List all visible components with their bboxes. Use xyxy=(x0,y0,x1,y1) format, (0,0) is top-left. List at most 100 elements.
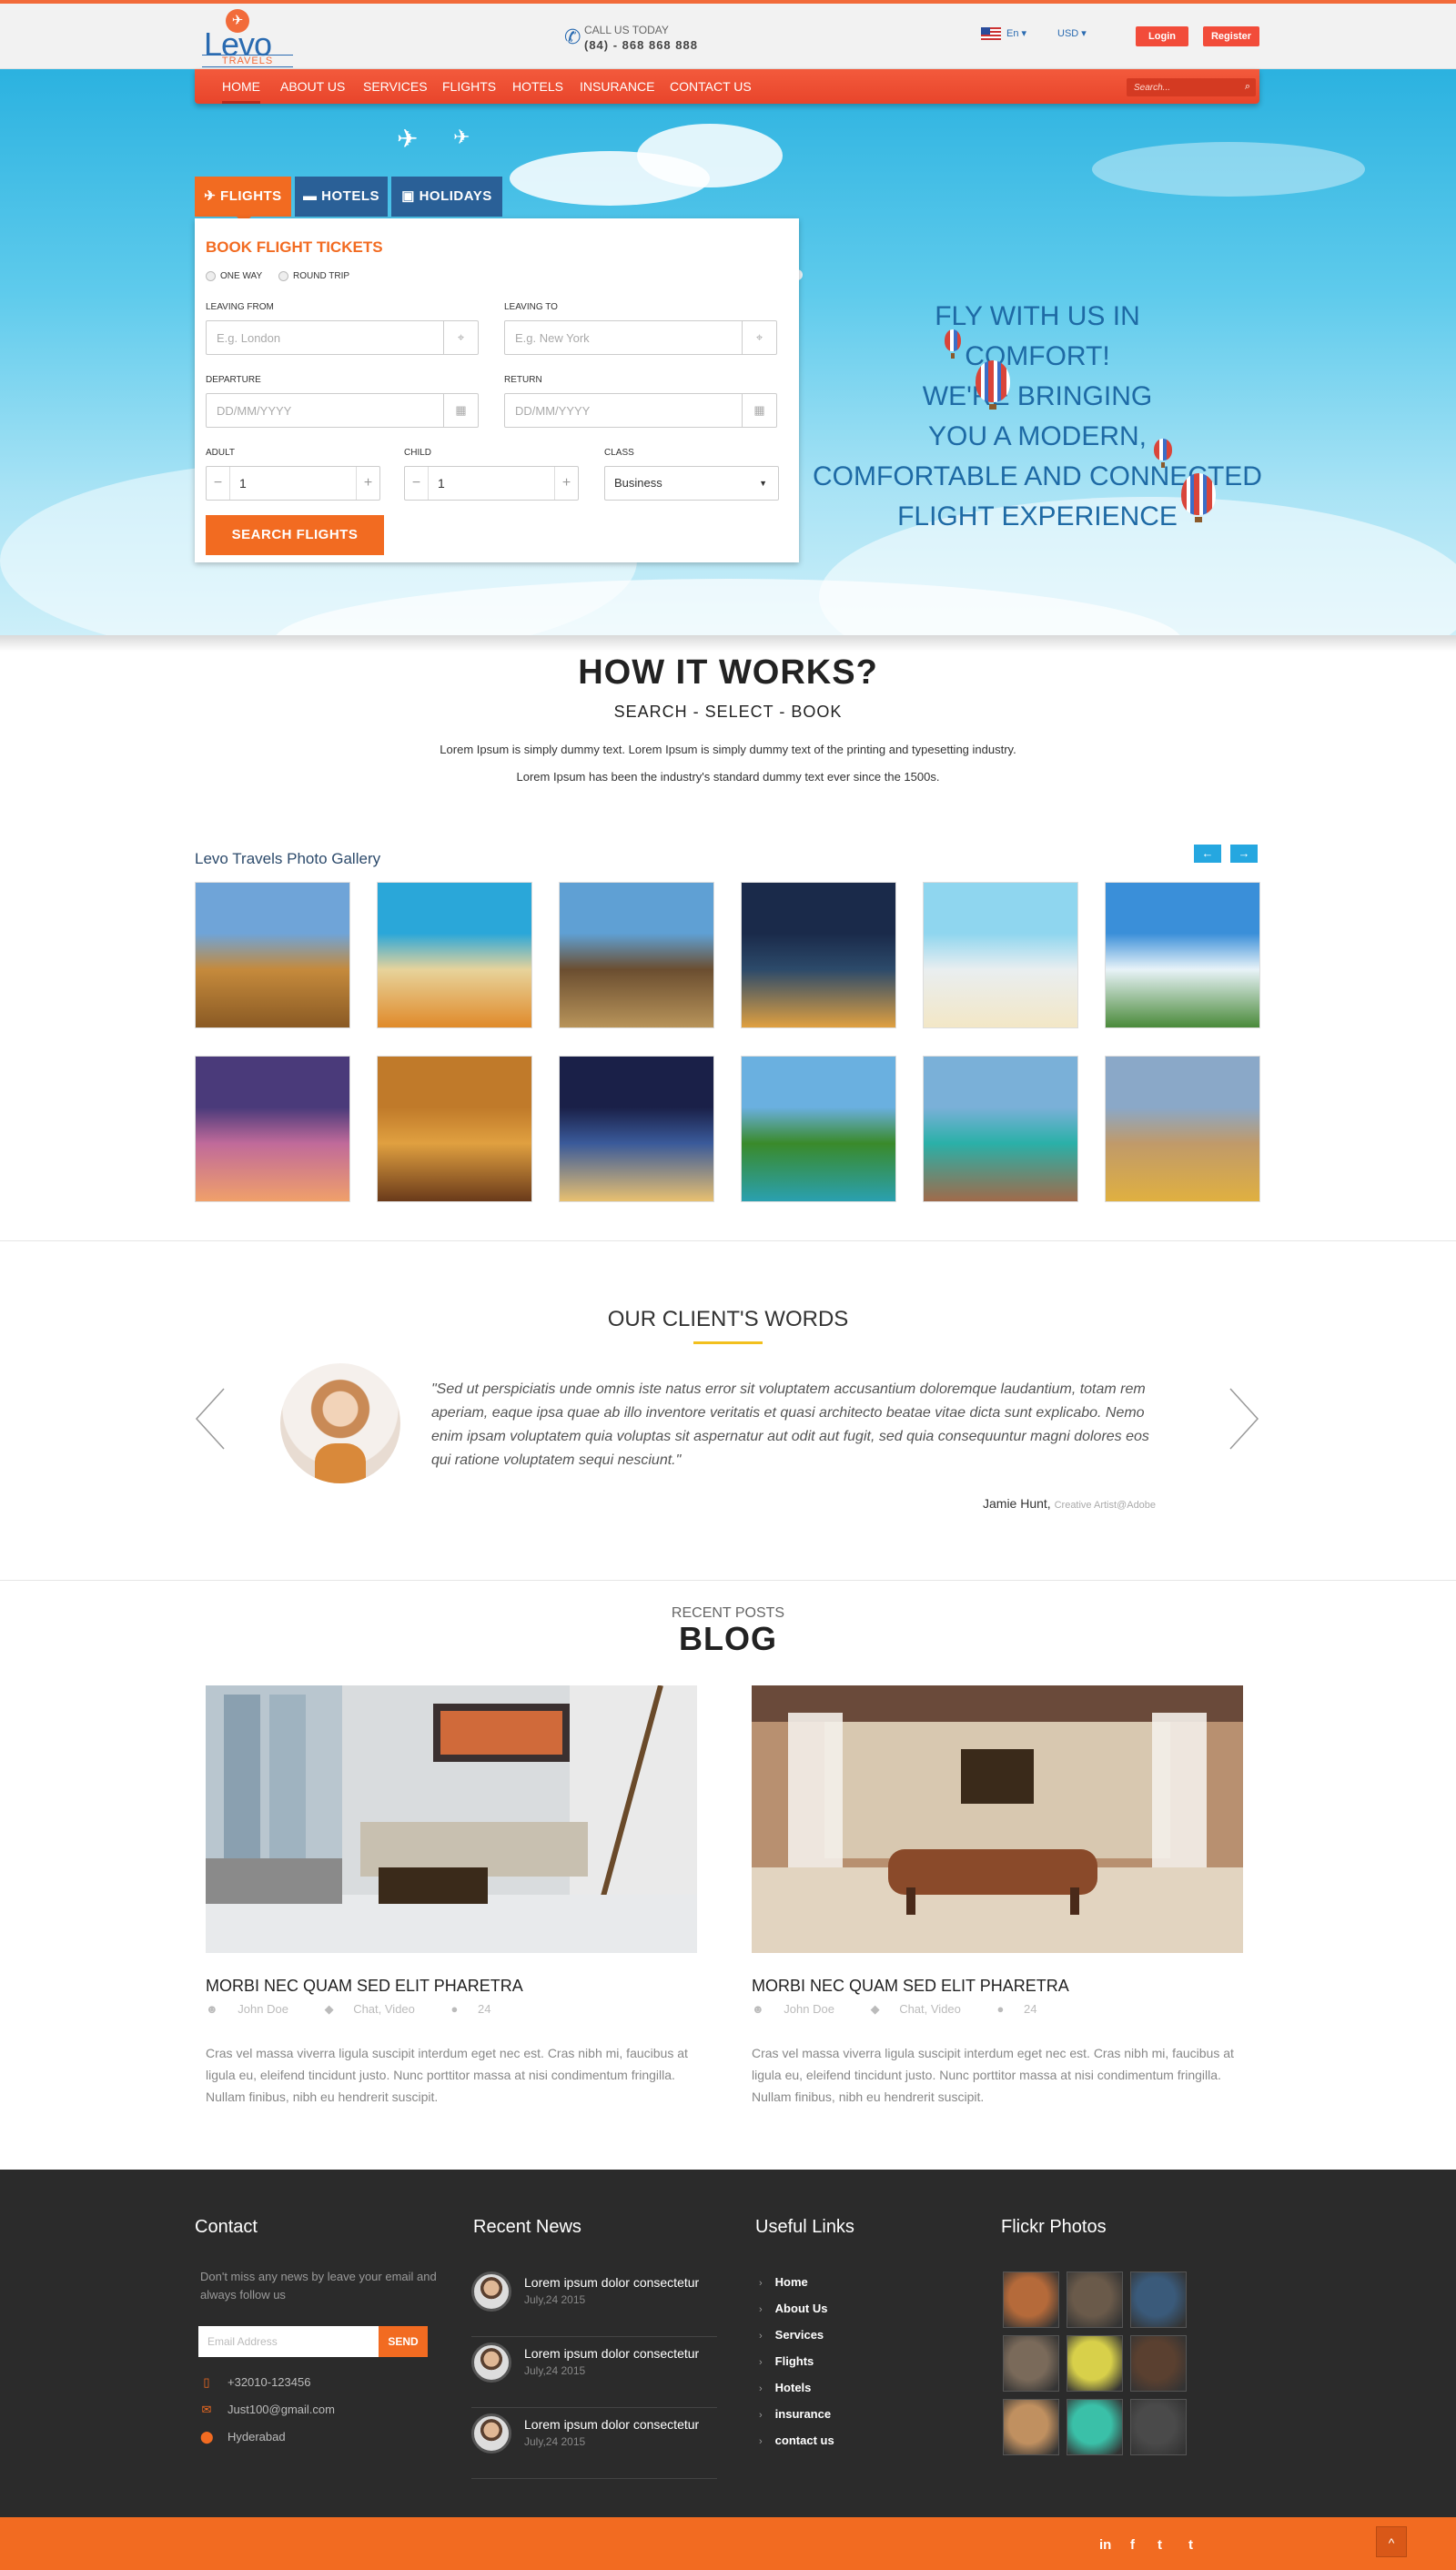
twitter-icon[interactable]: t xyxy=(1158,2537,1162,2553)
flickr-photo[interactable] xyxy=(1003,2272,1059,2328)
search-flights-button[interactable]: SEARCH FLIGHTS xyxy=(206,515,384,555)
tab-holidays[interactable]: ▣ HOLIDAYS xyxy=(391,177,502,217)
back-to-top-button[interactable]: ^ xyxy=(1376,2526,1407,2557)
starfish-beach-photo[interactable] xyxy=(377,882,532,1028)
currency-selector[interactable]: USD ▾ xyxy=(1057,27,1087,39)
flickr-photo[interactable] xyxy=(1130,2335,1187,2392)
nav-item-about-us[interactable]: ABOUT US xyxy=(280,69,345,104)
nav-item-insurance[interactable]: INSURANCE xyxy=(580,69,654,104)
linkedin-icon[interactable]: in xyxy=(1099,2537,1111,2553)
leaving-to-label: LEAVING TO xyxy=(504,302,558,312)
flickr-photo[interactable] xyxy=(1067,2399,1123,2455)
flickr-photo[interactable] xyxy=(1003,2399,1059,2455)
footer-contact-heading: Contact xyxy=(195,2217,258,2237)
language-value: En xyxy=(1006,28,1019,39)
seychelles-photo[interactable] xyxy=(923,1056,1078,1202)
footer-link-insurance[interactable]: › insurance xyxy=(759,2407,831,2421)
flickr-photo[interactable] xyxy=(1130,2399,1187,2455)
post-tags[interactable]: ◆ Chat, Video xyxy=(871,2002,977,2016)
nav-item-home[interactable]: HOME xyxy=(222,69,260,104)
post-tags[interactable]: ◆ Chat, Video xyxy=(325,2002,431,2016)
chevron-right-icon: › xyxy=(759,2304,763,2315)
venice-photo[interactable] xyxy=(195,1056,350,1202)
calendar-icon[interactable]: ▦ xyxy=(443,394,478,427)
gallery-prev-button[interactable]: ← xyxy=(1194,845,1221,863)
flickr-photo[interactable] xyxy=(1130,2272,1187,2328)
flickr-photo[interactable] xyxy=(1003,2335,1059,2392)
calendar-icon[interactable]: ▦ xyxy=(742,394,776,427)
radio-icon xyxy=(278,271,288,281)
child-value[interactable]: 1 xyxy=(438,467,445,500)
map-marker-icon[interactable]: ⌖ xyxy=(742,321,776,354)
adult-value[interactable]: 1 xyxy=(239,467,247,500)
post-title[interactable]: MORBI NEC QUAM SED ELIT PHARETRA xyxy=(752,1977,1069,1996)
leaving-to-input[interactable] xyxy=(505,321,740,354)
news-item[interactable]: Lorem ipsum dolor consectetur July,24 20… xyxy=(471,2410,717,2479)
contact-email[interactable]: ✉ Just100@gmail.com xyxy=(200,2403,335,2417)
post-tags-text: Chat, Video xyxy=(899,2002,961,2016)
search-input[interactable] xyxy=(1127,78,1236,97)
news-item[interactable]: Lorem ipsum dolor consectetur July,24 20… xyxy=(471,2339,717,2408)
register-button[interactable]: Register xyxy=(1203,26,1259,46)
bottle-beach-photo[interactable] xyxy=(923,882,1078,1028)
post-title[interactable]: MORBI NEC QUAM SED ELIT PHARETRA xyxy=(206,1977,523,1996)
map-marker-icon: ⬤ xyxy=(200,2430,214,2444)
radio-one-way[interactable]: ONE WAY xyxy=(206,271,262,281)
footer-link-flights[interactable]: › Flights xyxy=(759,2354,814,2368)
volcano-photo[interactable] xyxy=(559,882,714,1028)
contact-location-value: Hyderabad xyxy=(228,2430,286,2444)
plus-icon[interactable]: + xyxy=(554,467,578,500)
city-night-photo[interactable] xyxy=(559,1056,714,1202)
night-bridge-photo[interactable] xyxy=(741,882,896,1028)
search-icon[interactable]: ⌕ xyxy=(1245,81,1250,93)
post-comments-count: 24 xyxy=(477,2002,491,2016)
plus-icon[interactable]: + xyxy=(356,467,379,500)
class-select[interactable]: Business ▼ xyxy=(604,466,779,501)
post-author[interactable]: ☻ John Doe xyxy=(752,2002,851,2016)
news-item[interactable]: Lorem ipsum dolor consectetur July,24 20… xyxy=(471,2268,717,2337)
tumblr-icon[interactable]: t xyxy=(1188,2537,1193,2553)
footer-link-about-us[interactable]: › About Us xyxy=(759,2302,827,2315)
nav-item-hotels[interactable]: HOTELS xyxy=(512,69,563,104)
aerial-city-photo[interactable] xyxy=(1105,1056,1260,1202)
user-icon: ☻ xyxy=(206,2002,222,2016)
nav-item-flights[interactable]: FLIGHTS xyxy=(442,69,496,104)
chevron-left-icon[interactable] xyxy=(193,1387,229,1451)
minus-icon[interactable]: − xyxy=(207,467,230,500)
nav-item-services[interactable]: SERVICES xyxy=(363,69,428,104)
city-sunset-photo[interactable] xyxy=(377,1056,532,1202)
gallery-next-button[interactable]: → xyxy=(1230,845,1258,863)
radio-one-way-label: ONE WAY xyxy=(220,271,263,282)
radio-round-trip[interactable]: ROUND TRIP xyxy=(278,271,349,281)
flickr-photo[interactable] xyxy=(1067,2335,1123,2392)
footer-link-services[interactable]: › Services xyxy=(759,2328,824,2342)
send-button[interactable]: SEND xyxy=(379,2326,428,2357)
chevron-right-icon[interactable] xyxy=(1225,1387,1261,1451)
minus-icon[interactable]: − xyxy=(405,467,429,500)
footer-link-contact-us[interactable]: › contact us xyxy=(759,2433,834,2447)
language-selector[interactable]: En ▾ xyxy=(981,27,1026,41)
logo[interactable]: ✈ Levo TRAVELS xyxy=(195,9,299,69)
living-room-image[interactable] xyxy=(206,1685,697,1953)
footer-link-home[interactable]: › Home xyxy=(759,2275,808,2289)
login-button[interactable]: Login xyxy=(1136,26,1188,46)
return-input[interactable] xyxy=(505,394,740,427)
facebook-icon[interactable]: f xyxy=(1130,2537,1135,2553)
footer-link-hotels[interactable]: › Hotels xyxy=(759,2381,811,2394)
waterfall-photo[interactable] xyxy=(741,1056,896,1202)
palm-beach-photo[interactable] xyxy=(1105,882,1260,1028)
leaving-from-input[interactable] xyxy=(207,321,441,354)
nav-item-contact-us[interactable]: CONTACT US xyxy=(670,69,752,104)
post-author[interactable]: ☻ John Doe xyxy=(206,2002,305,2016)
newsletter-email-input[interactable] xyxy=(198,2326,377,2357)
user-icon: ☻ xyxy=(752,2002,768,2016)
pyramid-photo[interactable] xyxy=(195,882,350,1028)
tab-flights[interactable]: ✈ FLIGHTS xyxy=(195,177,291,224)
flickr-photo[interactable] xyxy=(1067,2272,1123,2328)
tab-hotels[interactable]: ▬ HOTELS xyxy=(295,177,388,217)
post-comments[interactable]: ● 24 xyxy=(997,2002,1054,2016)
bedroom-image[interactable] xyxy=(752,1685,1243,1953)
post-comments[interactable]: ● 24 xyxy=(451,2002,508,2016)
map-marker-icon[interactable]: ⌖ xyxy=(443,321,478,354)
departure-input[interactable] xyxy=(207,394,441,427)
